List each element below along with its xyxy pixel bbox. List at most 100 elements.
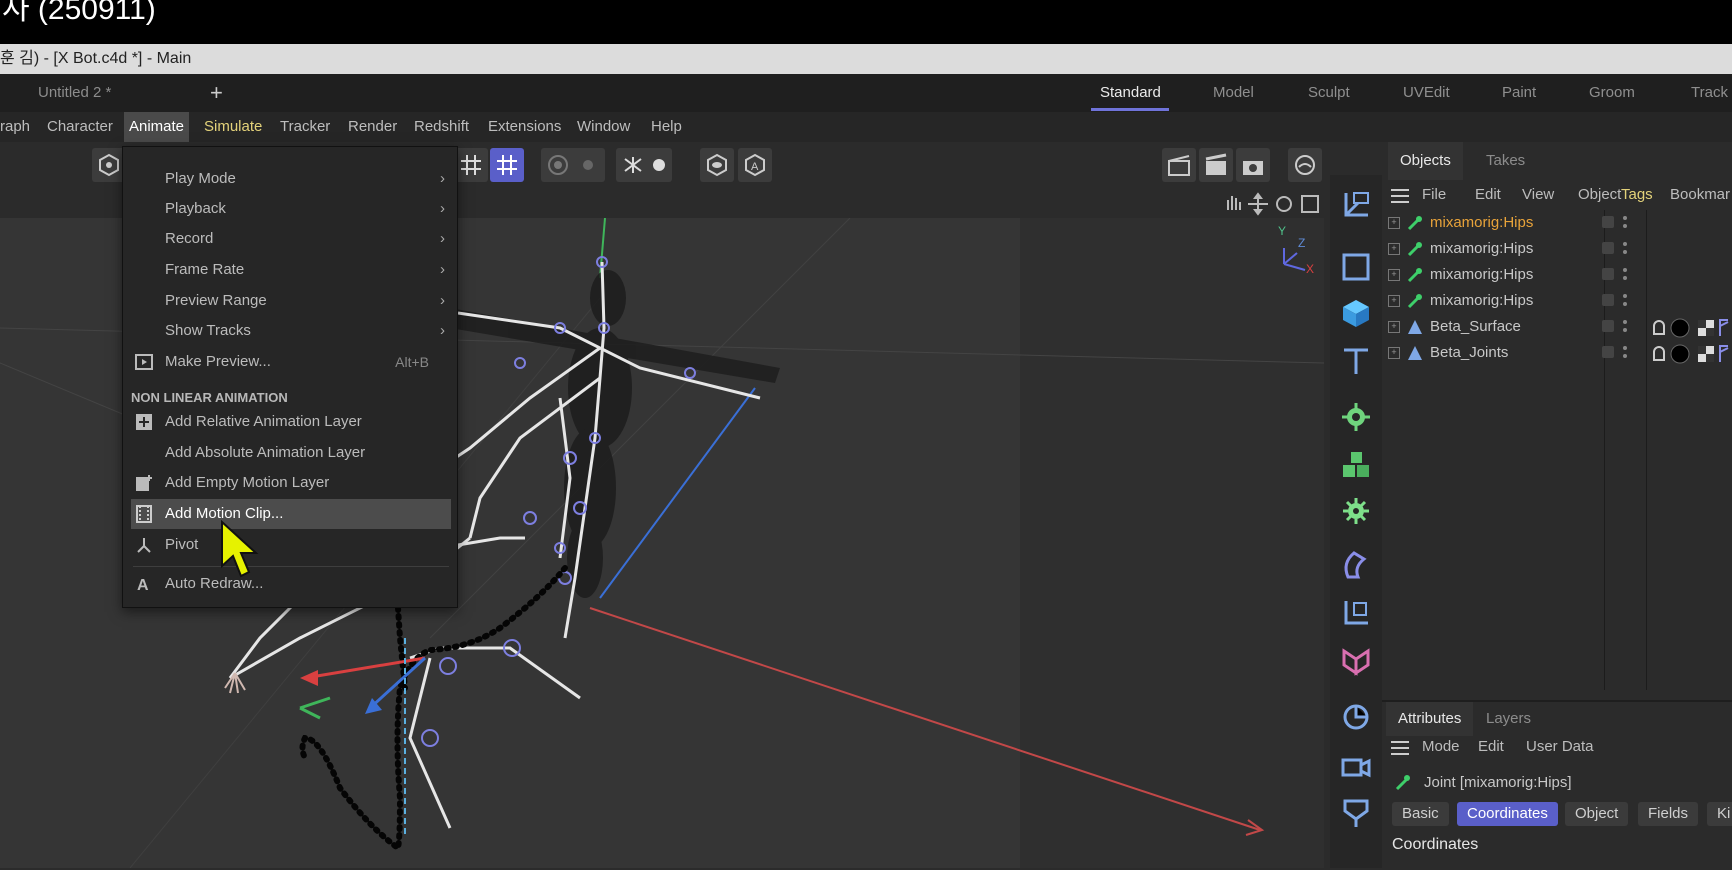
visibility-dots-icon[interactable]: [1622, 266, 1628, 284]
render-settings-button[interactable]: [1236, 148, 1270, 182]
menu-extensions[interactable]: Extensions: [483, 112, 566, 142]
menu-redshift[interactable]: Redshift: [409, 112, 474, 142]
palette-null-button[interactable]: [1336, 185, 1376, 225]
layout-tab-groom[interactable]: Groom: [1589, 74, 1635, 112]
menu-item-preview-range[interactable]: Preview Range ›: [123, 286, 459, 316]
grid-snap-button[interactable]: [454, 148, 488, 182]
object-row[interactable]: + mixamorig:Hips: [1382, 288, 1732, 314]
menu-item-frame-rate[interactable]: Frame Rate ›: [123, 255, 459, 285]
object-tags-icons[interactable]: [1610, 318, 1730, 338]
visibility-tag-icon[interactable]: [1602, 216, 1614, 228]
visibility-tag-icon[interactable]: [1602, 242, 1614, 254]
document-tab-untitled[interactable]: Untitled 2 *: [38, 74, 111, 112]
menu-item-add-motion-clip[interactable]: Add Motion Clip...: [131, 499, 451, 529]
objects-menu-object[interactable]: Object: [1578, 180, 1621, 210]
menu-item-make-preview[interactable]: Make Preview... Alt+B: [123, 347, 459, 377]
menu-item-show-tracks[interactable]: Show Tracks ›: [123, 316, 459, 346]
visibility-dots-icon[interactable]: [1622, 292, 1628, 310]
palette-effector-button[interactable]: [1336, 491, 1376, 531]
tab-layers[interactable]: Layers: [1486, 702, 1531, 736]
layout-tab-model[interactable]: Model: [1213, 74, 1254, 112]
expand-toggle-icon[interactable]: +: [1388, 269, 1400, 281]
palette-cloner-button[interactable]: [1336, 445, 1376, 485]
object-row[interactable]: + Beta_Joints: [1382, 340, 1732, 366]
attributes-menu-user-data[interactable]: User Data: [1526, 732, 1594, 762]
clapper-play-icon: [1205, 153, 1227, 175]
expand-toggle-icon[interactable]: +: [1388, 347, 1400, 359]
expand-toggle-icon[interactable]: +: [1388, 321, 1400, 333]
layout-tab-paint[interactable]: Paint: [1502, 74, 1536, 112]
menu-item-playback[interactable]: Playback ›: [123, 194, 459, 224]
objects-menu-bookmarks[interactable]: Bookmar: [1670, 180, 1730, 210]
object-row[interactable]: + Beta_Surface: [1382, 314, 1732, 340]
objects-menu-file[interactable]: File: [1422, 180, 1446, 210]
attributes-menu-mode[interactable]: Mode: [1422, 732, 1460, 762]
object-row[interactable]: + mixamorig:Hips: [1382, 262, 1732, 288]
render-to-picture-viewer-button[interactable]: [1199, 148, 1233, 182]
menu-render[interactable]: Render: [343, 112, 402, 142]
menu-character[interactable]: Character: [42, 112, 118, 142]
palette-text-button[interactable]: [1336, 341, 1376, 381]
expand-toggle-icon[interactable]: +: [1388, 295, 1400, 307]
locked-workplane-button[interactable]: [700, 148, 734, 182]
visibility-tag-icon[interactable]: [1602, 294, 1614, 306]
menu-item-pivot[interactable]: Pivot: [123, 530, 459, 560]
menu-graph[interactable]: raph: [0, 112, 35, 142]
add-document-tab-button[interactable]: +: [210, 74, 223, 112]
tab-attributes[interactable]: Attributes: [1386, 702, 1474, 736]
palette-camera-button[interactable]: [1336, 745, 1376, 785]
menu-item-add-empty-motion-layer[interactable]: Add Empty Motion Layer: [123, 468, 459, 498]
menu-help[interactable]: Help: [646, 112, 687, 142]
layout-tab-uvedit[interactable]: UVEdit: [1403, 74, 1450, 112]
expand-toggle-icon[interactable]: +: [1388, 243, 1400, 255]
menu-item-auto-redraw[interactable]: A Auto Redraw...: [123, 569, 459, 599]
attr-tab-coordinates[interactable]: Coordinates: [1457, 802, 1558, 826]
visibility-dots-icon[interactable]: [1622, 240, 1628, 258]
menu-item-play-mode[interactable]: Play Mode ›: [123, 164, 459, 194]
layout-tab-standard[interactable]: Standard: [1100, 74, 1161, 112]
menu-animate[interactable]: Animate: [124, 112, 190, 142]
attr-tab-fields[interactable]: Fields: [1638, 802, 1699, 826]
attr-tab-basic[interactable]: Basic: [1392, 802, 1449, 826]
object-row[interactable]: + mixamorig:Hips: [1382, 210, 1732, 236]
menu-item-add-relative-layer[interactable]: Add Relative Animation Layer: [123, 407, 459, 437]
workplane-snap-button[interactable]: [490, 148, 524, 182]
attr-tab-kinematics[interactable]: Ki: [1707, 802, 1732, 826]
palette-field-button[interactable]: [1336, 593, 1376, 633]
visibility-tag-icon[interactable]: [1602, 268, 1614, 280]
expand-toggle-icon[interactable]: +: [1388, 217, 1400, 229]
object-tags-icons[interactable]: [1610, 344, 1730, 364]
layout-tab-sculpt[interactable]: Sculpt: [1308, 74, 1350, 112]
palette-environment-button[interactable]: [1336, 697, 1376, 737]
palette-deformer-button[interactable]: [1336, 545, 1376, 585]
render-view-button[interactable]: [1162, 148, 1196, 182]
objects-menu-edit[interactable]: Edit: [1475, 180, 1501, 210]
palette-mograph-button[interactable]: [1336, 641, 1376, 681]
viewport-navigation-icons[interactable]: [1222, 192, 1322, 216]
menu-item-add-absolute-layer[interactable]: Add Absolute Animation Layer: [123, 438, 459, 468]
tab-objects[interactable]: Objects: [1388, 142, 1463, 180]
axis-mode-button[interactable]: A: [738, 148, 772, 182]
palette-light-button[interactable]: [1336, 793, 1376, 833]
snap-object-button[interactable]: [92, 148, 126, 182]
menu-tracker[interactable]: Tracker: [275, 112, 335, 142]
objects-menu-tags[interactable]: Tags: [1621, 180, 1653, 210]
attr-tab-object[interactable]: Object: [1565, 802, 1629, 826]
palette-spline-button[interactable]: [1336, 247, 1376, 287]
menu-simulate[interactable]: Simulate: [199, 112, 267, 142]
interactive-render-button[interactable]: [1288, 148, 1322, 182]
hamburger-menu-icon[interactable]: [1390, 740, 1410, 756]
menu-window[interactable]: Window: [572, 112, 635, 142]
hamburger-menu-icon[interactable]: [1390, 188, 1410, 204]
visibility-dots-icon[interactable]: [1622, 214, 1628, 232]
soft-selection-button[interactable]: [541, 148, 605, 182]
layout-tab-track[interactable]: Track: [1691, 74, 1728, 112]
tab-takes[interactable]: Takes: [1486, 142, 1525, 180]
menu-item-record[interactable]: Record ›: [123, 224, 459, 254]
objects-menu-view[interactable]: View: [1522, 180, 1554, 210]
attributes-menu-edit[interactable]: Edit: [1478, 732, 1504, 762]
palette-cube-button[interactable]: [1336, 293, 1376, 333]
palette-subdivision-button[interactable]: [1336, 397, 1376, 437]
symmetry-button[interactable]: [616, 148, 672, 182]
object-row[interactable]: + mixamorig:Hips: [1382, 236, 1732, 262]
